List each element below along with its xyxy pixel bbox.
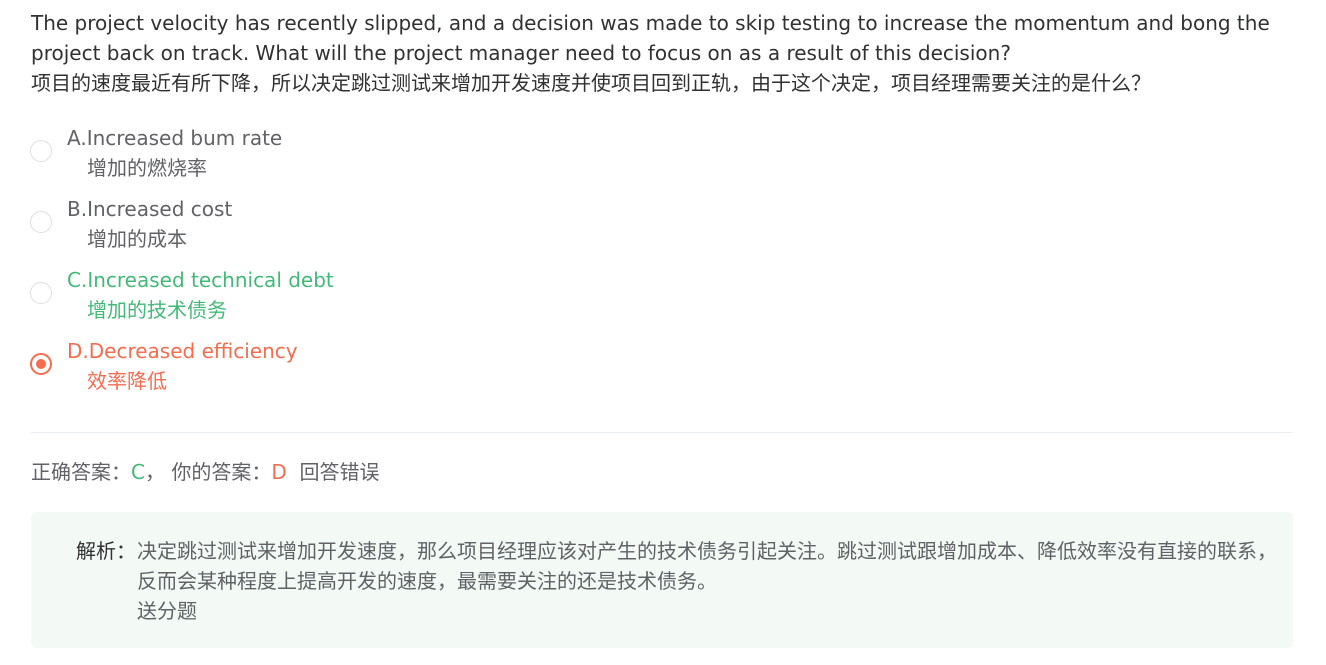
option-en-label: B.Increased cost — [67, 197, 233, 221]
analysis-label: 解析： — [76, 539, 136, 563]
option-text: B.Increased cost 增加的成本 — [67, 194, 232, 254]
your-answer-value: D — [271, 460, 287, 484]
answer-result: 正确答案：C， 你的答案：D 回答错误 — [31, 457, 379, 487]
option-b[interactable]: B.Increased cost 增加的成本 — [30, 194, 1290, 265]
your-answer-label: 你的答案： — [171, 460, 272, 484]
options-list: A.Increased bum rate 增加的燃烧率 B.Increased … — [30, 123, 1290, 407]
option-c[interactable]: C.Increased technical debt 增加的技术债务 — [30, 265, 1290, 336]
option-en-label: D.Decreased efficiency — [67, 339, 298, 363]
option-zh-label: 增加的成本 — [87, 227, 187, 251]
analysis-text: 决定跳过测试来增加开发速度，那么项目经理应该对产生的技术债务引起关注。跳过测试跟… — [137, 539, 1277, 593]
option-text: A.Increased bum rate 增加的燃烧率 — [67, 123, 282, 183]
option-zh-label: 增加的技术债务 — [87, 298, 227, 322]
correct-answer-value: C — [131, 460, 145, 484]
result-separator: ， — [144, 460, 165, 484]
divider — [31, 432, 1293, 433]
option-zh-label: 增加的燃烧率 — [87, 156, 207, 180]
radio-button[interactable] — [30, 353, 52, 375]
question-zh: 项目的速度最近有所下降，所以决定跳过测试来增加开发速度并使项目回到正轨，由于这个… — [31, 71, 1151, 95]
analysis-note: 送分题 — [137, 599, 197, 623]
result-verdict: 回答错误 — [299, 460, 380, 484]
radio-button[interactable] — [30, 140, 52, 162]
question-en: The project velocity has recently slippe… — [31, 11, 1270, 65]
option-text: D.Decreased efficiency 效率降低 — [67, 336, 298, 396]
analysis-body: 决定跳过测试来增加开发速度，那么项目经理应该对产生的技术债务引起关注。跳过测试跟… — [137, 536, 1277, 626]
option-en-label: A.Increased bum rate — [67, 126, 283, 150]
correct-answer-label: 正确答案： — [31, 460, 131, 484]
option-a[interactable]: A.Increased bum rate 增加的燃烧率 — [30, 123, 1290, 194]
question-text: The project velocity has recently slippe… — [31, 8, 1301, 98]
radio-button[interactable] — [30, 282, 52, 304]
option-en-label: C.Increased technical debt — [67, 268, 334, 292]
radio-button[interactable] — [30, 211, 52, 233]
radio-dot — [36, 359, 46, 369]
option-d[interactable]: D.Decreased efficiency 效率降低 — [30, 336, 1290, 407]
option-zh-label: 效率降低 — [87, 369, 167, 393]
option-text: C.Increased technical debt 增加的技术债务 — [67, 265, 334, 325]
analysis-panel: 解析： 决定跳过测试来增加开发速度，那么项目经理应该对产生的技术债务引起关注。跳… — [31, 512, 1293, 648]
